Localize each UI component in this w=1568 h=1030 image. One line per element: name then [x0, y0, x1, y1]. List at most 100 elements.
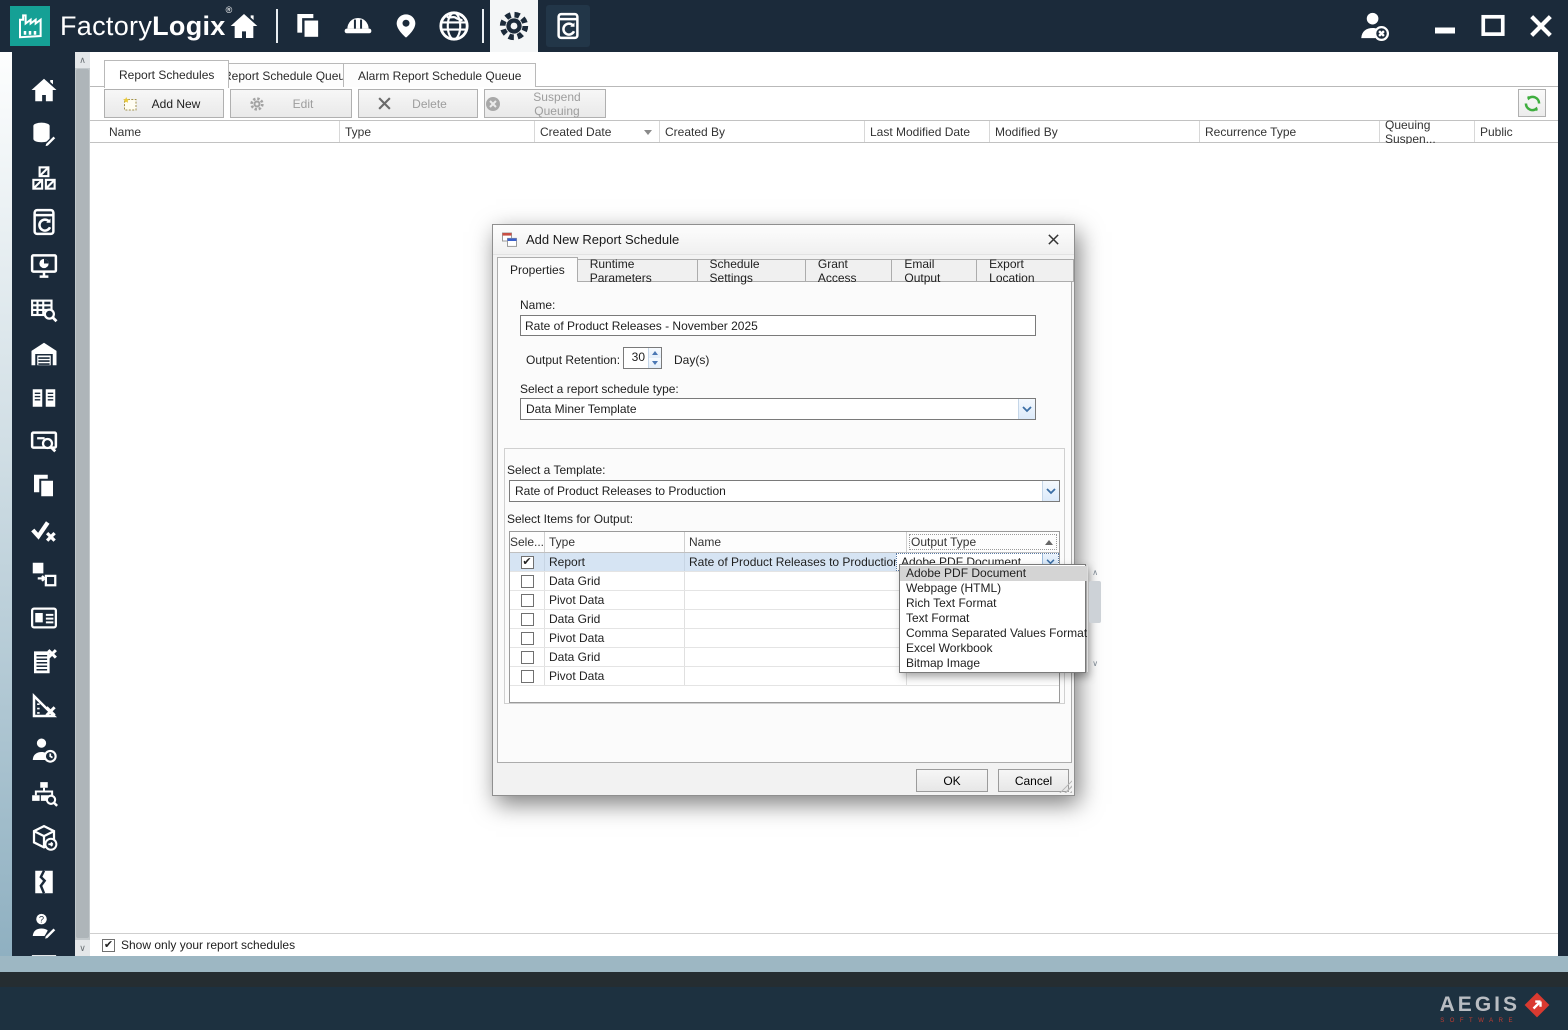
column-header-type[interactable]: Type — [545, 532, 685, 552]
row-checkbox[interactable] — [520, 650, 534, 664]
column-header-queuing-suspended[interactable]: Queuing Suspen... — [1380, 118, 1475, 146]
sidebar-item-data-grid-search[interactable] — [28, 294, 60, 326]
column-header-last-modified-date[interactable]: Last Modified Date — [865, 121, 990, 142]
column-header-created-by[interactable]: Created By — [660, 121, 865, 142]
column-header-recurrence-type[interactable]: Recurrence Type — [1200, 121, 1380, 142]
suspend-queuing-button[interactable]: Suspend Queuing — [484, 89, 606, 118]
refresh-button[interactable] — [1518, 89, 1546, 117]
scrollbar-thumb[interactable] — [76, 69, 89, 938]
column-header-output-type[interactable]: Output Type — [907, 532, 1059, 552]
output-retention-spinner[interactable]: 30 — [623, 347, 662, 369]
spinner-down-button[interactable] — [649, 358, 661, 368]
dialog-title-bar[interactable]: Add New Report Schedule — [493, 225, 1074, 255]
sidebar-item-product-move[interactable] — [28, 822, 60, 854]
user-logout-button[interactable] — [1352, 0, 1396, 52]
row-checkbox[interactable] — [520, 631, 534, 645]
output-retention-value[interactable]: 30 — [624, 348, 648, 368]
sidebar-item-data-edit[interactable] — [28, 118, 60, 150]
column-header-public[interactable]: Public — [1475, 121, 1545, 142]
tab-report-schedules[interactable]: Report Schedules — [104, 60, 230, 88]
globe-nav-button[interactable] — [432, 0, 476, 52]
spinner-up-button[interactable] — [649, 348, 661, 358]
sidebar-item-warehouse[interactable] — [28, 338, 60, 370]
sidebar-item-badge[interactable] — [28, 602, 60, 634]
sidebar-item-documents[interactable] — [28, 470, 60, 502]
add-new-button[interactable]: Add New — [104, 89, 224, 118]
show-only-checkbox[interactable] — [102, 938, 115, 952]
scrollbar-thumb[interactable] — [1089, 581, 1102, 623]
row-checkbox[interactable] — [520, 574, 534, 588]
dialog-tab-grant-access[interactable]: Grant Access — [805, 257, 893, 285]
column-header-type[interactable]: Type — [340, 121, 535, 142]
sidebar-item-material-transfer[interactable] — [28, 558, 60, 590]
sidebar-item-org-search[interactable] — [28, 778, 60, 810]
name-input[interactable] — [520, 315, 1036, 336]
scroll-down-arrow[interactable]: ∨ — [1088, 657, 1102, 671]
scroll-up-arrow[interactable]: ∧ — [1088, 566, 1102, 580]
maximize-button[interactable] — [1474, 8, 1512, 44]
sidebar-item-operator-question[interactable]: ? — [28, 910, 60, 942]
home-nav-button[interactable] — [222, 0, 266, 52]
dialog-resize-grip[interactable] — [1059, 780, 1072, 793]
row-checkbox[interactable] — [520, 593, 534, 607]
sidebar-item-dashboard[interactable] — [28, 250, 60, 282]
sidebar-item-approve-reject[interactable] — [28, 514, 60, 546]
dialog-tab-schedule-settings[interactable]: Schedule Settings — [697, 257, 806, 285]
sidebar-item-checklist-remove[interactable] — [28, 646, 60, 678]
window-frame-right — [1558, 52, 1568, 956]
delete-button[interactable]: Delete — [358, 89, 478, 118]
column-header-modified-by[interactable]: Modified By — [990, 121, 1200, 142]
sidebar-item-assembly[interactable] — [28, 162, 60, 194]
row-checkbox[interactable] — [520, 555, 534, 569]
sidebar-item-home[interactable] — [28, 74, 60, 106]
combo-dropdown-button[interactable] — [1018, 399, 1035, 419]
ok-button[interactable]: OK — [916, 769, 988, 792]
schedule-type-combo[interactable]: Data Miner Template — [520, 398, 1036, 420]
dropdown-scrollbar[interactable]: ∧ ∨ — [1087, 565, 1102, 672]
option-text-format[interactable]: Text Format — [900, 611, 1087, 626]
sidebar-item-documentation[interactable] — [28, 382, 60, 414]
option-csv[interactable]: Comma Separated Values Format — [900, 626, 1087, 641]
sidebar-scrollbar[interactable]: ∧ ∨ — [75, 52, 90, 956]
scroll-up-arrow[interactable]: ∧ — [75, 52, 90, 68]
close-button[interactable] — [1522, 8, 1560, 44]
option-bitmap[interactable]: Bitmap Image — [900, 656, 1087, 671]
column-label: Name — [689, 535, 722, 549]
filter-arrow-icon[interactable] — [644, 130, 652, 135]
edit-button[interactable]: Edit — [230, 89, 352, 118]
sidebar-item-defect-document[interactable] — [28, 866, 60, 898]
documents-nav-button[interactable] — [286, 0, 330, 52]
scroll-down-arrow[interactable]: ∨ — [75, 940, 90, 956]
column-header-select[interactable]: Sele... — [510, 532, 545, 552]
combo-dropdown-button[interactable] — [1042, 481, 1059, 501]
tab-alarm-report-schedule-queue[interactable]: Alarm Report Schedule Queue — [343, 63, 537, 87]
template-combo[interactable]: Rate of Product Releases to Production — [509, 480, 1060, 502]
dialog-tab-properties[interactable]: Properties — [497, 257, 578, 282]
sidebar-item-data-restore[interactable] — [28, 206, 60, 238]
dialog-tab-export-location[interactable]: Export Location — [977, 257, 1074, 285]
database-restore-nav-button[interactable] — [546, 5, 590, 47]
item-name — [685, 610, 907, 628]
sidebar-item-operator-time[interactable] — [28, 734, 60, 766]
dialog-tab-email-output[interactable]: Email Output — [892, 257, 978, 285]
column-header-name[interactable]: Name — [104, 121, 340, 142]
sidebar-item-measurement-remove[interactable] — [28, 690, 60, 722]
footer-charcoal-strip — [0, 972, 1568, 987]
sidebar-item-terminal-search[interactable] — [28, 426, 60, 458]
column-label: Type — [549, 535, 576, 549]
column-header-name[interactable]: Name — [685, 532, 907, 552]
data-edit-icon — [33, 122, 58, 148]
hardhat-nav-button[interactable] — [336, 0, 380, 52]
option-webpage-html[interactable]: Webpage (HTML) — [900, 581, 1087, 596]
dialog-close-button[interactable] — [1040, 229, 1066, 251]
column-header-created-date[interactable]: Created Date — [535, 121, 660, 142]
location-pin-nav-button[interactable] — [388, 0, 424, 52]
settings-nav-button-active[interactable] — [490, 0, 538, 52]
row-checkbox[interactable] — [520, 612, 534, 626]
option-rich-text[interactable]: Rich Text Format — [900, 596, 1087, 611]
option-excel[interactable]: Excel Workbook — [900, 641, 1087, 656]
row-checkbox[interactable] — [520, 669, 534, 683]
option-adobe-pdf[interactable]: Adobe PDF Document — [900, 566, 1088, 581]
minimize-button[interactable] — [1426, 8, 1464, 44]
dialog-tab-runtime-parameters[interactable]: Runtime Parameters — [577, 257, 698, 285]
